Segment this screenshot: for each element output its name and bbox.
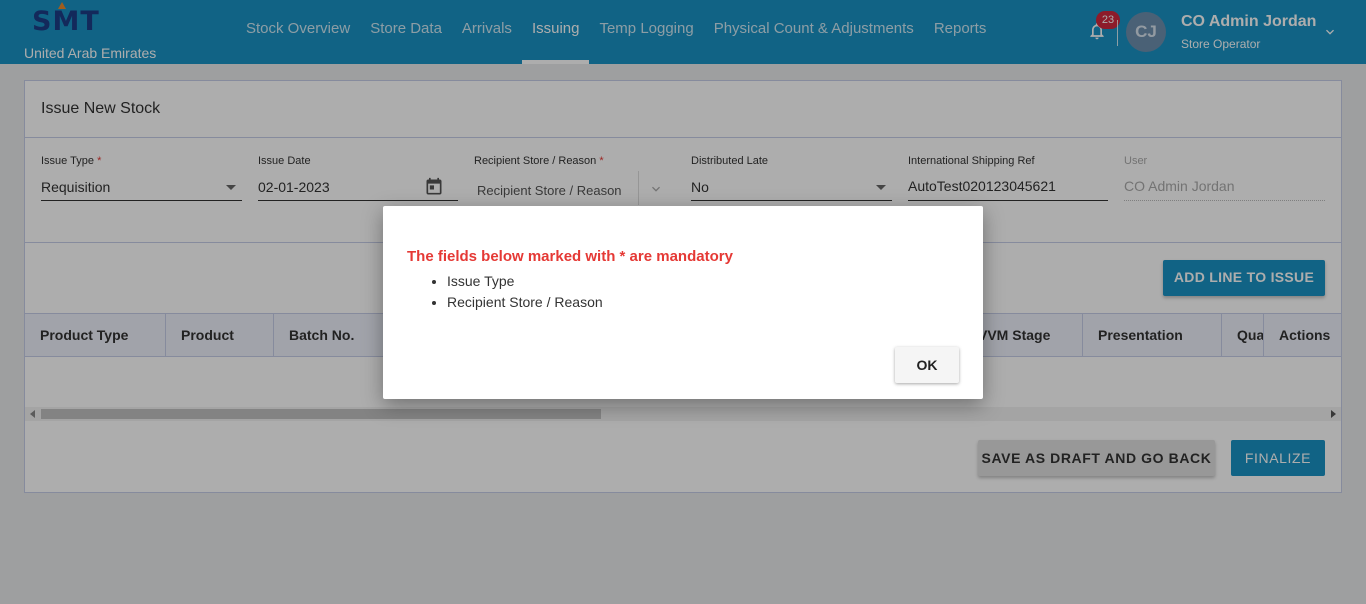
list-item: Issue Type — [447, 271, 603, 292]
ok-button[interactable]: OK — [895, 347, 959, 383]
list-item: Recipient Store / Reason — [447, 292, 603, 313]
missing-fields-list: Issue Type Recipient Store / Reason — [447, 271, 603, 313]
validation-dialog: The fields below marked with * are manda… — [383, 206, 983, 399]
dialog-message: The fields below marked with * are manda… — [407, 248, 733, 265]
